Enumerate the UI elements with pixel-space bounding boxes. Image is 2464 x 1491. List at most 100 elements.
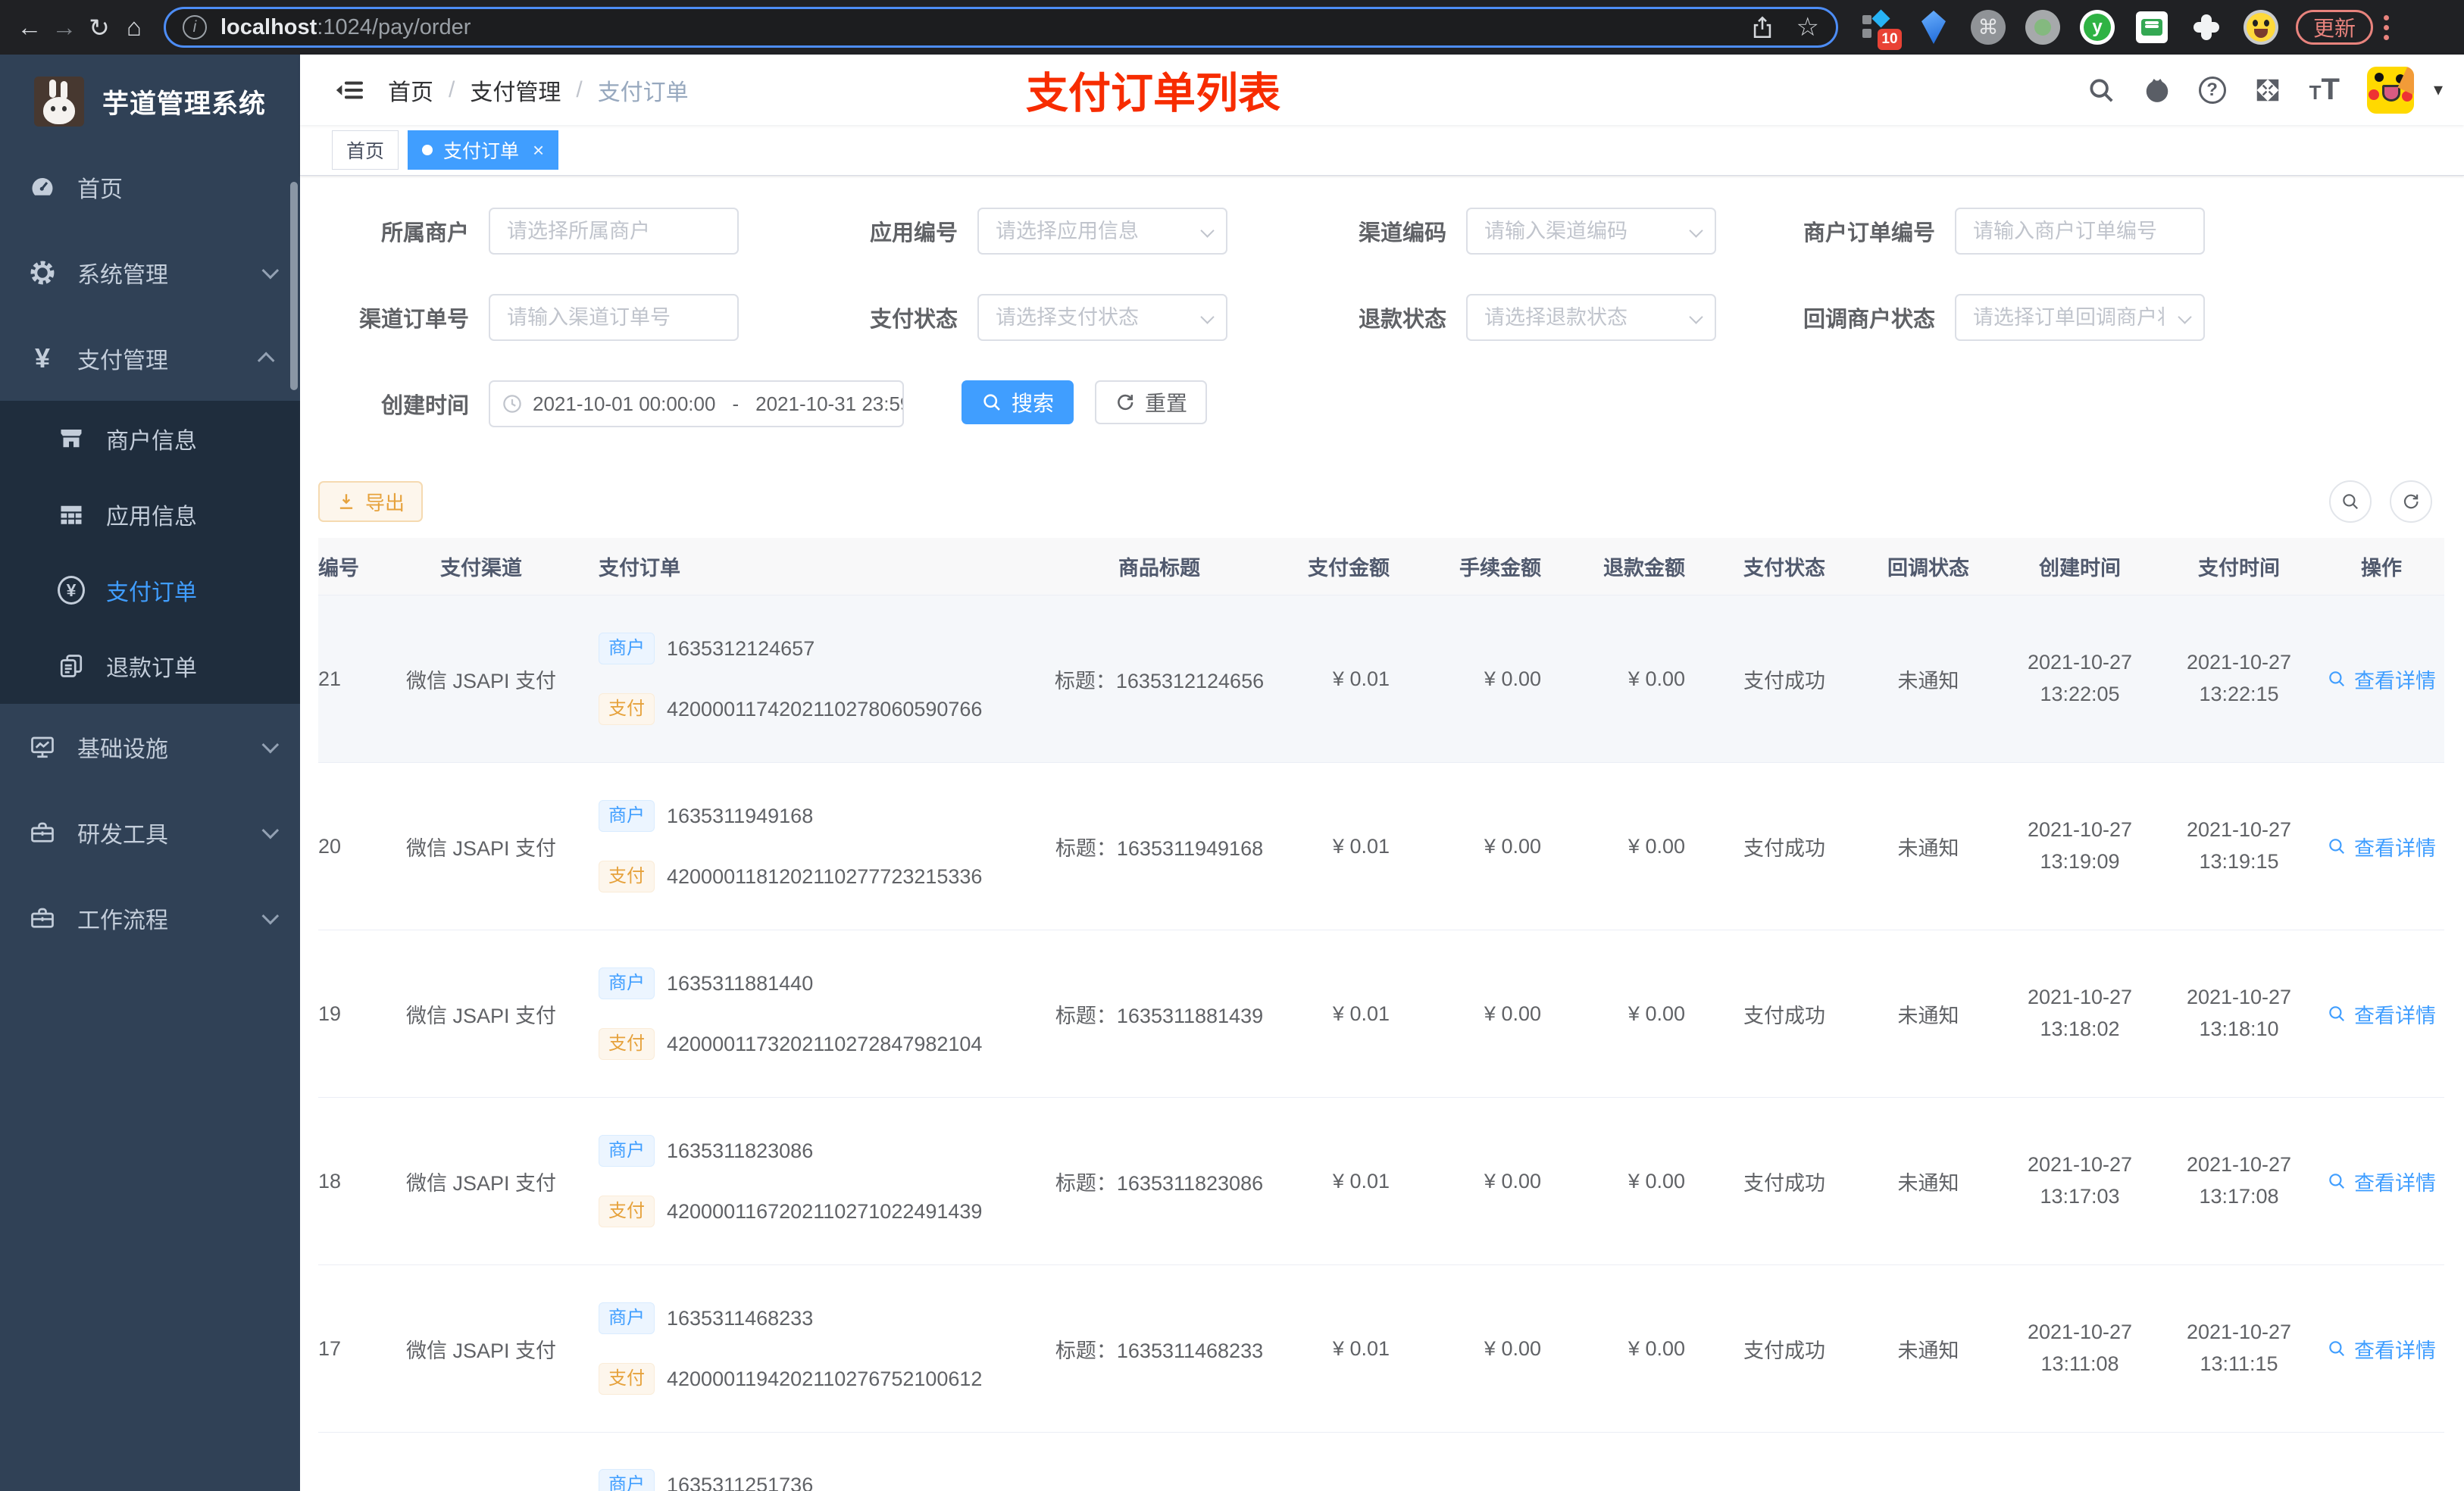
filter-label: 回调商户状态 <box>1803 308 1935 332</box>
payment-submenu: 商户信息 应用信息 支付订单 退款订单 <box>0 401 300 704</box>
view-detail-link[interactable]: 查看详情 <box>2319 832 2444 861</box>
chevron-up-icon <box>257 352 275 369</box>
browser-menu-icon[interactable] <box>2384 14 2391 40</box>
sidebar-item-system[interactable]: 系统管理 <box>0 230 300 315</box>
tab-pay-order[interactable]: 支付订单 × <box>408 130 559 170</box>
status-badge: 支付成功 <box>1743 1171 1825 1195</box>
extension-dot-icon[interactable] <box>2025 9 2061 45</box>
table-row[interactable]: 18 微信 JSAPI 支付 商户 1635311823086 支付 4200001… <box>318 1098 2444 1265</box>
sidebar-item-label: 支付管理 <box>77 348 168 374</box>
extension-diamond-icon[interactable]: 10 <box>1861 9 1902 50</box>
avatar-caret-icon[interactable]: ▾ <box>2434 79 2443 101</box>
logo-rabbit-image <box>33 77 84 127</box>
bookmark-star-icon[interactable]: ☆ <box>1796 12 1819 42</box>
close-tab-icon[interactable]: × <box>533 139 544 162</box>
breadcrumb-home[interactable]: 首页 <box>388 73 433 107</box>
filter-app: 应用编号 <box>807 208 1296 255</box>
merchant-order-no: 1635311468233 <box>667 1306 814 1330</box>
date-from: 2021-10-01 00:00:00 <box>533 392 716 415</box>
pay-status-select[interactable] <box>977 294 1227 341</box>
reset-button[interactable]: 重置 <box>1095 380 1208 424</box>
sidebar-item-app-info[interactable]: 应用信息 <box>0 477 300 552</box>
merchant-tag: 商户 <box>599 1302 655 1334</box>
view-detail-link[interactable]: 查看详情 <box>2319 999 2444 1029</box>
refresh-table-button[interactable] <box>2390 480 2432 523</box>
github-icon[interactable] <box>2143 76 2172 105</box>
sidebar-item-workflow[interactable]: 工作流程 <box>0 875 300 961</box>
sidebar-item-refund-order[interactable]: 退款订单 <box>0 628 300 704</box>
font-size-icon[interactable]: TT <box>2309 73 2340 107</box>
browser-update-button[interactable]: 更新 <box>2296 10 2374 45</box>
extension-command-icon[interactable]: ⌘ <box>1970 9 2006 45</box>
address-bar[interactable]: i localhost:1024/pay/order ☆ <box>164 7 1838 48</box>
table-row[interactable]: 17 微信 JSAPI 支付 商户 1635311468233 支付 4200001… <box>318 1265 2444 1433</box>
merchant-order-no-input[interactable] <box>1955 208 2205 255</box>
filter-label: 渠道订单号 <box>358 308 469 332</box>
sidebar-item-merchant-info[interactable]: 商户信息 <box>0 401 300 477</box>
filter-label: 退款状态 <box>1358 308 1446 332</box>
sidebar-item-label: 退款订单 <box>106 656 197 681</box>
chevron-down-icon <box>261 907 280 924</box>
table-row[interactable]: 19 微信 JSAPI 支付 商户 1635311881440 支付 4200001… <box>318 930 2444 1098</box>
fullscreen-icon[interactable] <box>2253 76 2282 105</box>
merchant-tag: 商户 <box>599 800 655 832</box>
filter-create-time: 创建时间 2021-10-01 00:00:00 - 2021-10-31 23… <box>318 380 904 427</box>
filter-label: 应用编号 <box>869 221 958 245</box>
table-row[interactable]: 20 微信 JSAPI 支付 商户 1635311949168 支付 4200001… <box>318 763 2444 930</box>
pay-order-page: 所属商户 应用编号 渠道编码 商户订单编号 <box>300 176 2464 1491</box>
browser-home-icon[interactable]: ⌂ <box>117 13 152 42</box>
date-range-input[interactable]: 2021-10-01 00:00:00 - 2021-10-31 23:59:5… <box>489 380 904 427</box>
share-icon[interactable] <box>1750 14 1775 40</box>
filter-label: 所属商户 <box>380 221 469 245</box>
toggle-search-button[interactable] <box>2329 480 2372 523</box>
app-select[interactable] <box>977 208 1227 255</box>
merchant-order-no: 1635311251736 <box>667 1473 814 1491</box>
help-icon[interactable]: ? <box>2198 76 2226 104</box>
browser-back-icon[interactable]: ← <box>12 13 47 42</box>
extension-gem-icon[interactable] <box>1915 9 1952 45</box>
table-row[interactable]: 商户 1635311251736 <box>318 1433 2444 1491</box>
view-detail-link[interactable]: 查看详情 <box>2319 664 2444 694</box>
channel-code-select[interactable] <box>1466 208 1716 255</box>
sidebar-item-dev-tools[interactable]: 研发工具 <box>0 789 300 875</box>
channel-order-no-input[interactable] <box>489 294 739 341</box>
extension-chat-icon[interactable] <box>2134 9 2170 45</box>
sidebar-item-home[interactable]: 首页 <box>0 144 300 230</box>
view-detail-link[interactable]: 查看详情 <box>2319 1167 2444 1196</box>
table-header: 编号 支付渠道 支付订单 商品标题 支付金额 手续金额 退款金额 支付状态 回调… <box>318 538 2444 595</box>
merchant-order-no: 1635311823086 <box>667 1139 814 1162</box>
filter-notify-status: 回调商户状态 <box>1784 294 2273 341</box>
table-row[interactable]: 21 微信 JSAPI 支付 商户 1635312124657 支付 4200001… <box>318 595 2444 763</box>
extension-emoji-icon[interactable] <box>2243 9 2279 45</box>
search-button[interactable]: 搜索 <box>962 380 1074 424</box>
extension-y-icon[interactable]: y <box>2079 9 2115 45</box>
tab-home[interactable]: 首页 <box>332 130 399 170</box>
breadcrumb-pay-mgmt[interactable]: 支付管理 <box>470 73 561 107</box>
sidebar-logo[interactable]: 芋道管理系统 <box>0 55 300 133</box>
sidebar-item-label: 系统管理 <box>77 262 168 288</box>
pay-tag: 支付 <box>599 1363 655 1395</box>
collapse-sidebar-icon[interactable] <box>300 77 388 103</box>
site-info-icon[interactable]: i <box>183 15 207 39</box>
export-button[interactable]: 导出 <box>318 481 424 522</box>
app-title: 芋道管理系统 <box>102 89 266 119</box>
view-detail-link[interactable]: 查看详情 <box>2319 1334 2444 1364</box>
sidebar-item-payment[interactable]: ¥ 支付管理 <box>0 315 300 401</box>
sidebar-item-pay-order[interactable]: 支付订单 <box>0 552 300 628</box>
user-avatar[interactable] <box>2366 66 2414 114</box>
status-badge: 支付成功 <box>1743 669 1825 692</box>
filter-merchant: 所属商户 <box>318 208 807 255</box>
clock-icon <box>503 395 521 413</box>
browser-forward-icon[interactable]: → <box>47 13 82 42</box>
search-icon[interactable] <box>2087 76 2115 105</box>
sidebar-scrollbar[interactable] <box>290 182 298 390</box>
refund-status-select[interactable] <box>1466 294 1716 341</box>
refresh-icon <box>2403 494 2419 509</box>
extensions-puzzle-icon[interactable] <box>2188 9 2225 45</box>
search-icon <box>2329 1006 2344 1021</box>
sidebar-item-infrastructure[interactable]: 基础设施 <box>0 704 300 789</box>
channel-order-no: 4200001194202110276752100612 <box>667 1367 983 1390</box>
browser-reload-icon[interactable]: ↻ <box>82 13 117 42</box>
notify-status-select[interactable] <box>1955 294 2205 341</box>
merchant-input[interactable] <box>489 208 739 255</box>
